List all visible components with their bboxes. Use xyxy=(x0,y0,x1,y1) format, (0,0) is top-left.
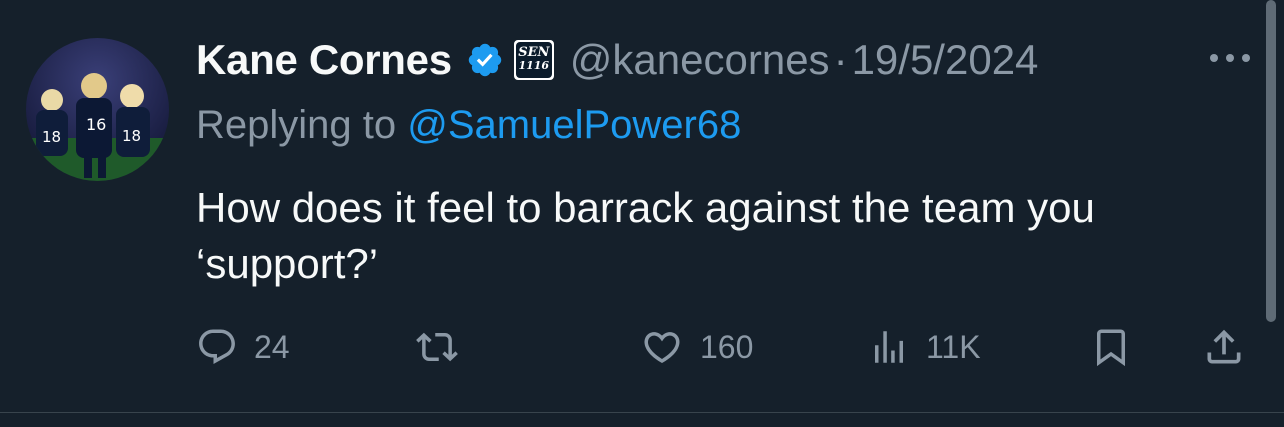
verified-badge-icon[interactable] xyxy=(466,41,504,79)
tweet-text: How does it feel to barrack against the … xyxy=(196,184,1095,287)
heart-icon xyxy=(644,332,680,364)
svg-text:18: 18 xyxy=(42,128,61,146)
retweet-button[interactable] xyxy=(414,322,476,372)
reply-icon xyxy=(199,329,235,364)
svg-text:18: 18 xyxy=(122,127,141,145)
reply-mention-link[interactable]: @SamuelPower68 xyxy=(407,103,741,147)
action-bar: 24 160 11K xyxy=(0,322,1284,372)
author-display-name[interactable]: Kane Cornes xyxy=(196,36,452,84)
views-icon xyxy=(875,331,903,363)
svg-text:16: 16 xyxy=(86,115,106,134)
scrollbar[interactable] xyxy=(1266,0,1276,322)
avatar-image: 18 16 18 xyxy=(26,38,169,181)
bookmark-icon xyxy=(1097,329,1125,367)
reply-button[interactable]: 24 xyxy=(196,322,290,372)
avatar[interactable]: 18 16 18 xyxy=(26,38,169,181)
reply-prefix: Replying to xyxy=(196,103,397,147)
views-button[interactable]: 11K xyxy=(868,322,981,372)
author-handle[interactable]: @kanecornes xyxy=(570,36,830,84)
affiliate-badge[interactable]: SEN 1116 xyxy=(511,38,556,82)
share-button[interactable] xyxy=(1202,322,1246,372)
like-button[interactable]: 160 xyxy=(640,322,753,372)
retweet-icon xyxy=(416,332,458,362)
more-options-icon[interactable] xyxy=(1206,44,1254,72)
share-icon xyxy=(1207,329,1241,364)
views-count: 11K xyxy=(926,328,981,365)
separator-dot: · xyxy=(833,36,848,83)
divider xyxy=(0,412,1284,413)
reply-count: 24 xyxy=(254,328,290,365)
tweet-header: Kane Cornes SEN 1116 @kanecornes · 19/5/… xyxy=(196,34,1038,86)
tweet-timestamp[interactable]: 19/5/2024 xyxy=(852,36,1039,84)
like-count: 160 xyxy=(700,328,754,365)
bookmark-button[interactable] xyxy=(1090,322,1132,372)
reply-context: Replying to @SamuelPower68 xyxy=(196,103,741,148)
tweet[interactable]: 18 16 18 Kane Cornes SEN 1116 @kanecorne… xyxy=(0,0,1284,413)
